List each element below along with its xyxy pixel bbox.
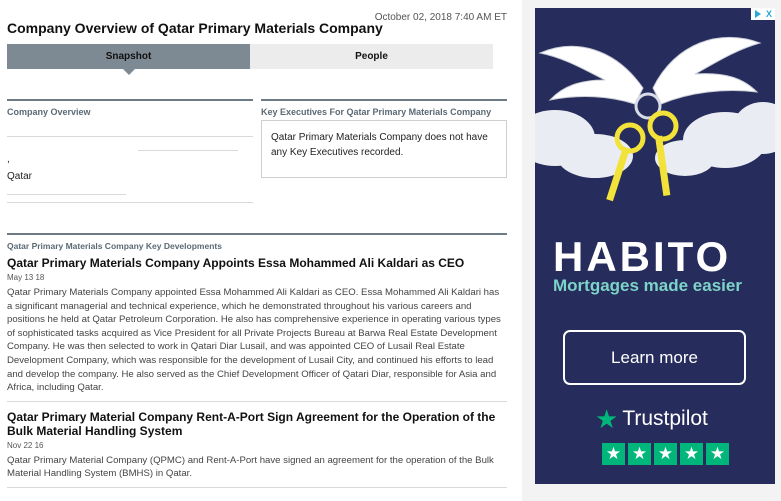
key-executives-panel: Key Executives For Qatar Primary Materia…	[261, 99, 507, 178]
tab-bar: Snapshot People	[7, 44, 493, 75]
flying-keys-illustration	[535, 36, 775, 202]
star-icon: ★	[628, 443, 651, 465]
play-triangle-icon	[754, 10, 761, 18]
star-icon: ★	[602, 443, 625, 465]
divider	[7, 400, 507, 402]
adchoices-icon[interactable]: X	[751, 8, 775, 20]
section-divider	[7, 233, 507, 235]
section-divider	[261, 99, 507, 101]
development-title-link[interactable]: Qatar Primary Material Company Rent-A-Po…	[7, 410, 507, 438]
placeholder-line	[7, 136, 253, 137]
ad-brand-logo: HABITO	[553, 233, 732, 280]
ad-learn-more-button[interactable]: Learn more	[563, 330, 746, 385]
development-item: Qatar Primary Material Company Rent-A-Po…	[7, 410, 507, 481]
trustpilot-name: Trustpilot	[622, 407, 708, 430]
development-item: Qatar Primary Materials Company Appoints…	[7, 256, 507, 395]
page-title: Company Overview of Qatar Primary Materi…	[7, 20, 383, 36]
ad-close-icon[interactable]: X	[766, 9, 772, 19]
advertisement-banner[interactable]: X HABITO Mortgages made easier Learn mor…	[535, 8, 775, 484]
star-icon: ★	[680, 443, 703, 465]
address-country: Qatar	[7, 171, 33, 182]
tab-people[interactable]: People	[250, 44, 493, 69]
ad-tagline: Mortgages made easier	[553, 276, 742, 295]
main-content: October 02, 2018 7:40 AM ET Company Over…	[0, 0, 515, 501]
trustpilot-logo: ★ Trustpilot	[595, 406, 708, 432]
key-executives-heading: Key Executives For Qatar Primary Materia…	[261, 107, 492, 117]
key-developments-section: Qatar Primary Materials Company Key Deve…	[7, 233, 507, 496]
divider	[7, 486, 507, 488]
development-body: Qatar Primary Materials Company appointe…	[7, 287, 501, 394]
trustpilot-rating: ★ ★ ★ ★ ★	[602, 443, 729, 465]
tab-snapshot[interactable]: Snapshot	[7, 44, 250, 75]
timestamp: October 02, 2018 7:40 AM ET	[374, 12, 507, 23]
star-icon: ★	[706, 443, 729, 465]
placeholder-line	[7, 202, 253, 203]
development-body: Qatar Primary Material Company (QPMC) an…	[7, 454, 494, 480]
company-overview-panel: Company Overview , Qatar	[7, 99, 253, 203]
placeholder-line	[7, 194, 126, 195]
section-divider	[7, 99, 253, 101]
key-developments-heading: Qatar Primary Materials Company Key Deve…	[7, 241, 222, 251]
key-executives-message: Qatar Primary Materials Company does not…	[261, 120, 507, 178]
development-title-link[interactable]: Qatar Primary Materials Company Appoints…	[7, 256, 507, 270]
company-overview-heading: Company Overview	[7, 107, 91, 117]
development-date: May 13 18	[7, 273, 45, 282]
star-icon: ★	[654, 443, 677, 465]
star-icon: ★	[595, 404, 619, 434]
development-date: Nov 22 16	[7, 440, 44, 450]
address-line: ,	[7, 154, 10, 165]
placeholder-line	[138, 150, 238, 151]
